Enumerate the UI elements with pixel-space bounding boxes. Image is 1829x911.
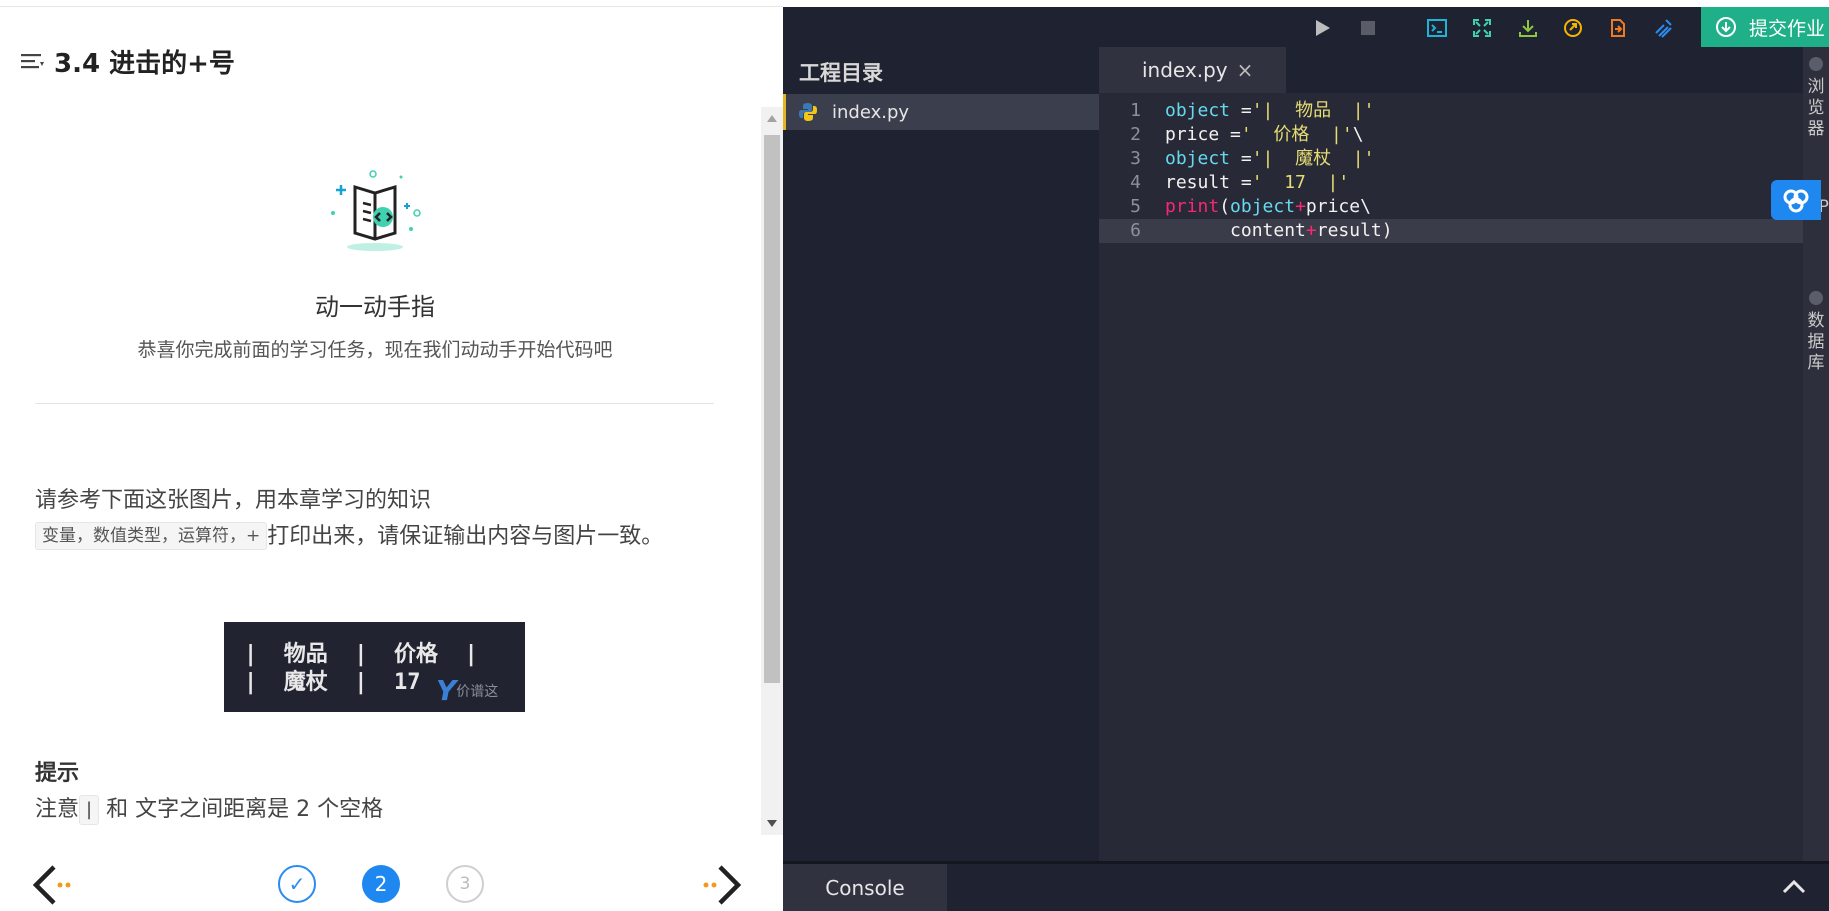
line-number: 5: [1130, 196, 1141, 217]
ide-panel: 提交作业 工程目录 index.py index.py × 1 object ='…: [783, 0, 1829, 911]
scroll-thumb[interactable]: [764, 135, 780, 683]
lesson-scrollbar[interactable]: [761, 107, 783, 835]
lesson-title: 3.4 进击的+号: [54, 48, 235, 79]
right-side-panel: 浏览器 API 数据库: [1803, 47, 1829, 861]
next-arrow-icon[interactable]: [700, 863, 744, 907]
console-bar: Console: [783, 861, 1829, 911]
run-icon[interactable]: [1311, 17, 1333, 39]
sample-row-2: | 魔杖 | 17: [244, 670, 421, 695]
scroll-up-arrow[interactable]: [767, 115, 777, 122]
tab-index-py[interactable]: index.py ×: [1099, 47, 1286, 93]
section-divider: [35, 403, 714, 404]
file-name: index.py: [832, 101, 910, 123]
book-code-icon: [331, 170, 421, 251]
code-line[interactable]: 5 print(object+price\: [1099, 195, 1803, 219]
code-text: price =' 价格 |'\: [1165, 124, 1364, 145]
watermark-text: 价谱这: [456, 683, 499, 700]
refresh-icon[interactable]: [1562, 17, 1584, 39]
tab-label: index.py: [1142, 58, 1228, 82]
lesson-content[interactable]: 动一动手指 恭喜你完成前面的学习任务，现在我们动动手开始代码吧 请参考下面这张图…: [0, 107, 758, 835]
step-3-button[interactable]: 3: [446, 865, 484, 903]
cloud-assistant-button[interactable]: [1771, 180, 1821, 220]
upload-icon: [1716, 17, 1736, 37]
sample-output-image: | 物品 | 价格 | | 魔杖 | 17 Y 价谱这: [224, 622, 525, 712]
instruction-text: 请参考下面这张图片，用本章学习的知识 变量，数值类型，运算符，+ 打印出来，请保证…: [35, 483, 715, 555]
instruction-after: 打印出来，请保证输出内容与图片一致。: [267, 524, 664, 549]
side-tab-database[interactable]: 数据库: [1807, 311, 1825, 374]
project-tree-title: 工程目录: [799, 61, 883, 85]
ide-toolbar: 提交作业: [783, 7, 1829, 47]
line-number: 3: [1130, 148, 1141, 169]
hint-after: 和 文字之间距离是 2 个空格: [99, 797, 384, 822]
scroll-down-arrow[interactable]: [767, 820, 777, 827]
file-item-index[interactable]: index.py: [783, 94, 1099, 130]
submit-homework-button[interactable]: 提交作业: [1701, 7, 1829, 47]
watermark-logo: Y 价谱这: [436, 674, 499, 707]
line-number: 4: [1130, 172, 1141, 193]
line-number: 1: [1130, 100, 1141, 121]
editor-tabs: index.py ×: [1099, 47, 1803, 93]
code-line[interactable]: 3 object ='| 魔杖 |': [1099, 147, 1803, 171]
code-line[interactable]: 2 price =' 价格 |'\: [1099, 123, 1803, 147]
lesson-header: 3.4 进击的+号: [20, 43, 235, 79]
stop-icon[interactable]: [1357, 17, 1379, 39]
code-line[interactable]: 1 object ='| 物品 |': [1099, 99, 1803, 123]
terminal-icon[interactable]: [1426, 17, 1448, 39]
share-icon[interactable]: [1607, 17, 1629, 39]
step-1-button[interactable]: ✓: [278, 865, 316, 903]
code-text: content+result): [1165, 220, 1393, 241]
hint-text: 注意 | 和 文字之间距离是 2 个空格: [35, 791, 383, 825]
code-line[interactable]: 4 result =' 17 |': [1099, 171, 1803, 195]
prev-arrow-icon[interactable]: [32, 863, 76, 907]
top-border: [0, 0, 783, 7]
ide-top-border: [783, 0, 1829, 7]
hint-before: 注意: [35, 797, 80, 822]
submit-label: 提交作业: [1749, 17, 1826, 40]
code-text: print(object+price\: [1165, 196, 1371, 217]
browser-dot-icon: [1809, 57, 1823, 71]
hero-title: 动一动手指: [315, 293, 435, 321]
instruction-before: 请参考下面这张图片，用本章学习的知识: [35, 488, 432, 513]
cloud-icon: [1783, 189, 1809, 213]
code-text: object ='| 魔杖 |': [1165, 148, 1375, 169]
code-line-active[interactable]: 6 content+result): [1099, 219, 1803, 243]
code-lines[interactable]: 1 object ='| 物品 |' 2 price =' 价格 |'\ 3 obje…: [1099, 99, 1803, 243]
python-file-icon: [799, 103, 817, 121]
step-2-button[interactable]: 2: [362, 865, 400, 903]
project-tree: 工程目录 index.py: [783, 47, 1099, 861]
hint-title: 提示: [35, 761, 80, 786]
console-tab[interactable]: Console: [783, 864, 947, 911]
hint-chip: |: [79, 795, 100, 825]
lesson-nav: ✓ 2 3: [0, 847, 783, 911]
code-text: object ='| 物品 |': [1165, 100, 1375, 121]
clean-icon[interactable]: [1652, 17, 1674, 39]
chevron-up-icon[interactable]: [1779, 872, 1809, 902]
list-menu-icon[interactable]: [20, 50, 46, 72]
side-tab-browser[interactable]: 浏览器: [1807, 77, 1825, 140]
code-text: result =' 17 |': [1165, 172, 1350, 193]
code-editor[interactable]: index.py × 1 object ='| 物品 |' 2 price =' 价…: [1099, 47, 1803, 861]
line-number: 6: [1130, 220, 1141, 241]
close-icon[interactable]: ×: [1237, 58, 1254, 82]
fullscreen-icon[interactable]: [1471, 17, 1493, 39]
instruction-chip: 变量，数值类型，运算符，+: [35, 522, 268, 550]
hero-subtitle: 恭喜你完成前面的学习任务，现在我们动动手开始代码吧: [137, 339, 613, 361]
download-icon[interactable]: [1517, 17, 1539, 39]
lesson-panel: 3.4 进击的+号 动一动手指 恭喜你完成前面的学习任务，现在我们动动手开始代码…: [0, 7, 783, 911]
line-number: 2: [1130, 124, 1141, 145]
database-dot-icon: [1809, 291, 1823, 305]
